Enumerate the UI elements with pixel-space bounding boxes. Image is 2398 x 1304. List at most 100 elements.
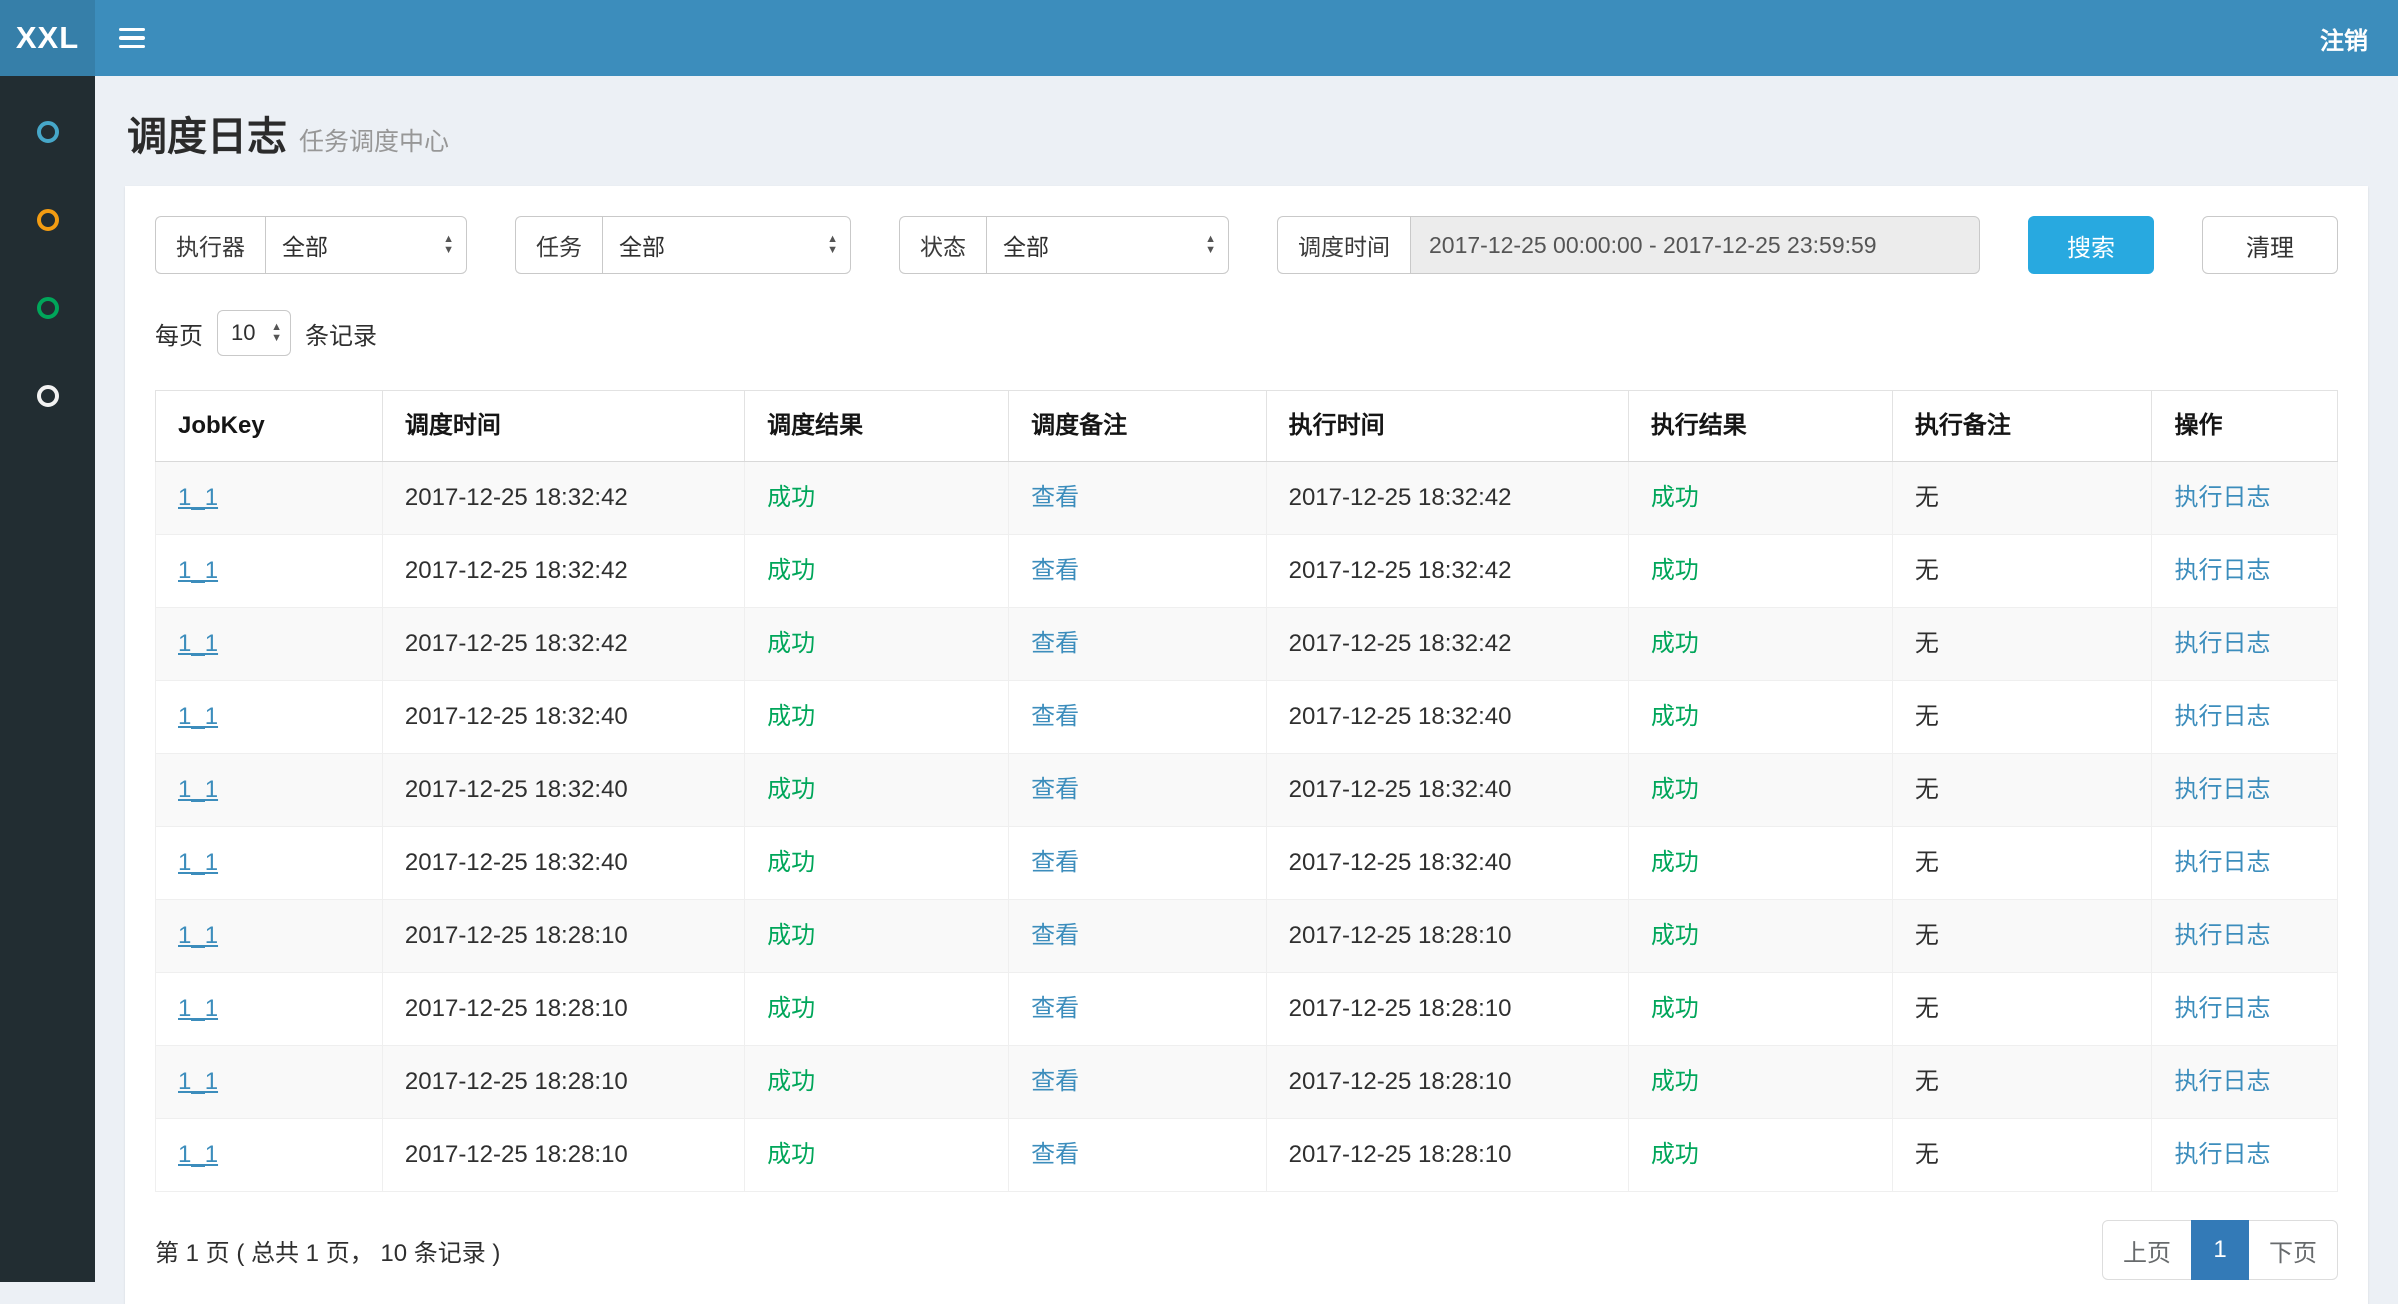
column-header-3[interactable]: 调度结果 <box>745 391 1009 462</box>
exec-log-link[interactable]: 执行日志 <box>2174 776 2270 803</box>
column-header-2[interactable]: 调度时间 <box>382 391 744 462</box>
exec-log-link-cell: 执行日志 <box>2152 681 2338 754</box>
exec-remark-cell: 无 <box>1892 535 2152 608</box>
dispatch-remark-link[interactable]: 查看 <box>1031 995 1079 1022</box>
main-content: 调度日志 任务调度中心 执行器 全部 任务 全部 状态 <box>95 76 2398 1304</box>
dispatch-remark-link[interactable]: 查看 <box>1031 484 1079 511</box>
exec-log-link[interactable]: 执行日志 <box>2174 1141 2270 1168</box>
dispatch-remark-link[interactable]: 查看 <box>1031 1141 1079 1168</box>
page-title: 调度日志 任务调度中心 <box>127 104 2366 162</box>
jobkey-link-cell: 1_1 <box>156 973 383 1046</box>
logout-link[interactable]: 注销 <box>2290 21 2398 56</box>
status-select[interactable]: 全部 <box>986 216 1229 274</box>
exec-log-link[interactable]: 执行日志 <box>2174 1068 2270 1095</box>
exec-log-link[interactable]: 执行日志 <box>2174 557 2270 584</box>
table-row: 1_12017-12-25 18:32:40成功查看2017-12-25 18:… <box>156 754 2338 827</box>
exec-time-cell: 2017-12-25 18:32:40 <box>1266 827 1628 900</box>
dispatch-remark-link[interactable]: 查看 <box>1031 922 1079 949</box>
dispatch-remark-link-cell: 查看 <box>1009 462 1266 535</box>
executor-select-value: 全部 <box>282 228 328 262</box>
status-filter-label: 状态 <box>899 216 986 274</box>
page-size-control: 每页 10 条记录 <box>155 310 2338 356</box>
table-row: 1_12017-12-25 18:28:10成功查看2017-12-25 18:… <box>156 1119 2338 1192</box>
page-size-value: 10 <box>231 320 255 346</box>
sidebar <box>0 76 95 1282</box>
sidebar-item-2[interactable] <box>0 176 95 264</box>
sidebar-item-4[interactable] <box>0 352 95 440</box>
exec-log-link-cell: 执行日志 <box>2152 1119 2338 1192</box>
exec-log-link[interactable]: 执行日志 <box>2174 703 2270 730</box>
dispatch-time-cell: 2017-12-25 18:28:10 <box>382 973 744 1046</box>
jobkey-link[interactable]: 1_1 <box>178 703 218 730</box>
search-button[interactable]: 搜索 <box>2028 216 2154 274</box>
jobkey-link[interactable]: 1_1 <box>178 776 218 803</box>
jobkey-link[interactable]: 1_1 <box>178 1141 218 1168</box>
jobkey-link[interactable]: 1_1 <box>178 484 218 511</box>
pagination: 上页 1 下页 <box>2102 1220 2338 1280</box>
dispatch-time-cell: 2017-12-25 18:28:10 <box>382 900 744 973</box>
circle-o-icon <box>37 297 59 319</box>
exec-log-link[interactable]: 执行日志 <box>2174 484 2270 511</box>
exec-log-link[interactable]: 执行日志 <box>2174 849 2270 876</box>
jobkey-link[interactable]: 1_1 <box>178 922 218 949</box>
exec-remark-cell: 无 <box>1892 1046 2152 1119</box>
dispatch-remark-link-cell: 查看 <box>1009 754 1266 827</box>
jobkey-link-cell: 1_1 <box>156 608 383 681</box>
column-header-5[interactable]: 执行时间 <box>1266 391 1628 462</box>
dispatch-remark-link[interactable]: 查看 <box>1031 776 1079 803</box>
time-range-input[interactable] <box>1410 216 1980 274</box>
sidebar-item-1[interactable] <box>0 88 95 176</box>
content-box: 执行器 全部 任务 全部 状态 全部 <box>125 186 2368 1304</box>
prev-page-button[interactable]: 上页 <box>2102 1220 2192 1280</box>
hamburger-icon <box>119 28 145 32</box>
select-stepper-icon <box>443 234 454 256</box>
exec-log-link[interactable]: 执行日志 <box>2174 922 2270 949</box>
time-filter-group: 调度时间 <box>1277 216 1980 274</box>
job-filter-group: 任务 全部 <box>515 216 851 274</box>
exec-log-link-cell: 执行日志 <box>2152 535 2338 608</box>
dispatch-remark-link[interactable]: 查看 <box>1031 557 1079 584</box>
jobkey-link-cell: 1_1 <box>156 462 383 535</box>
exec-log-link[interactable]: 执行日志 <box>2174 630 2270 657</box>
table-row: 1_12017-12-25 18:32:40成功查看2017-12-25 18:… <box>156 681 2338 754</box>
clear-button[interactable]: 清理 <box>2202 216 2338 274</box>
dispatch-time-cell: 2017-12-25 18:28:10 <box>382 1046 744 1119</box>
page-1-button[interactable]: 1 <box>2191 1220 2249 1280</box>
column-header-6[interactable]: 执行结果 <box>1628 391 1892 462</box>
page-size-select[interactable]: 10 <box>217 310 291 356</box>
jobkey-link[interactable]: 1_1 <box>178 630 218 657</box>
job-select[interactable]: 全部 <box>602 216 851 274</box>
executor-select[interactable]: 全部 <box>265 216 467 274</box>
column-header-1[interactable]: JobKey <box>156 391 383 462</box>
next-page-button[interactable]: 下页 <box>2248 1220 2338 1280</box>
hamburger-icon <box>119 45 145 49</box>
exec-remark-cell: 无 <box>1892 754 2152 827</box>
select-stepper-icon <box>827 234 838 256</box>
column-header-8[interactable]: 操作 <box>2152 391 2338 462</box>
dispatch-result-cell: 成功 <box>745 462 1009 535</box>
sidebar-toggle-button[interactable] <box>95 0 169 76</box>
exec-remark-cell: 无 <box>1892 900 2152 973</box>
exec-result-cell: 成功 <box>1628 1119 1892 1192</box>
jobkey-link[interactable]: 1_1 <box>178 557 218 584</box>
dispatch-remark-link[interactable]: 查看 <box>1031 630 1079 657</box>
jobkey-link-cell: 1_1 <box>156 1119 383 1192</box>
column-header-4[interactable]: 调度备注 <box>1009 391 1266 462</box>
dispatch-remark-link[interactable]: 查看 <box>1031 1068 1079 1095</box>
dispatch-remark-link-cell: 查看 <box>1009 681 1266 754</box>
job-select-value: 全部 <box>619 228 665 262</box>
jobkey-link[interactable]: 1_1 <box>178 1068 218 1095</box>
column-header-7[interactable]: 执行备注 <box>1892 391 2152 462</box>
exec-log-link[interactable]: 执行日志 <box>2174 995 2270 1022</box>
exec-log-link-cell: 执行日志 <box>2152 1046 2338 1119</box>
status-filter-group: 状态 全部 <box>899 216 1229 274</box>
dispatch-remark-link[interactable]: 查看 <box>1031 849 1079 876</box>
dispatch-remark-link[interactable]: 查看 <box>1031 703 1079 730</box>
app-logo[interactable]: XXL <box>0 0 95 76</box>
jobkey-link[interactable]: 1_1 <box>178 849 218 876</box>
jobkey-link[interactable]: 1_1 <box>178 995 218 1022</box>
sidebar-item-3[interactable] <box>0 264 95 352</box>
exec-result-cell: 成功 <box>1628 535 1892 608</box>
dispatch-remark-link-cell: 查看 <box>1009 1046 1266 1119</box>
dispatch-remark-link-cell: 查看 <box>1009 973 1266 1046</box>
